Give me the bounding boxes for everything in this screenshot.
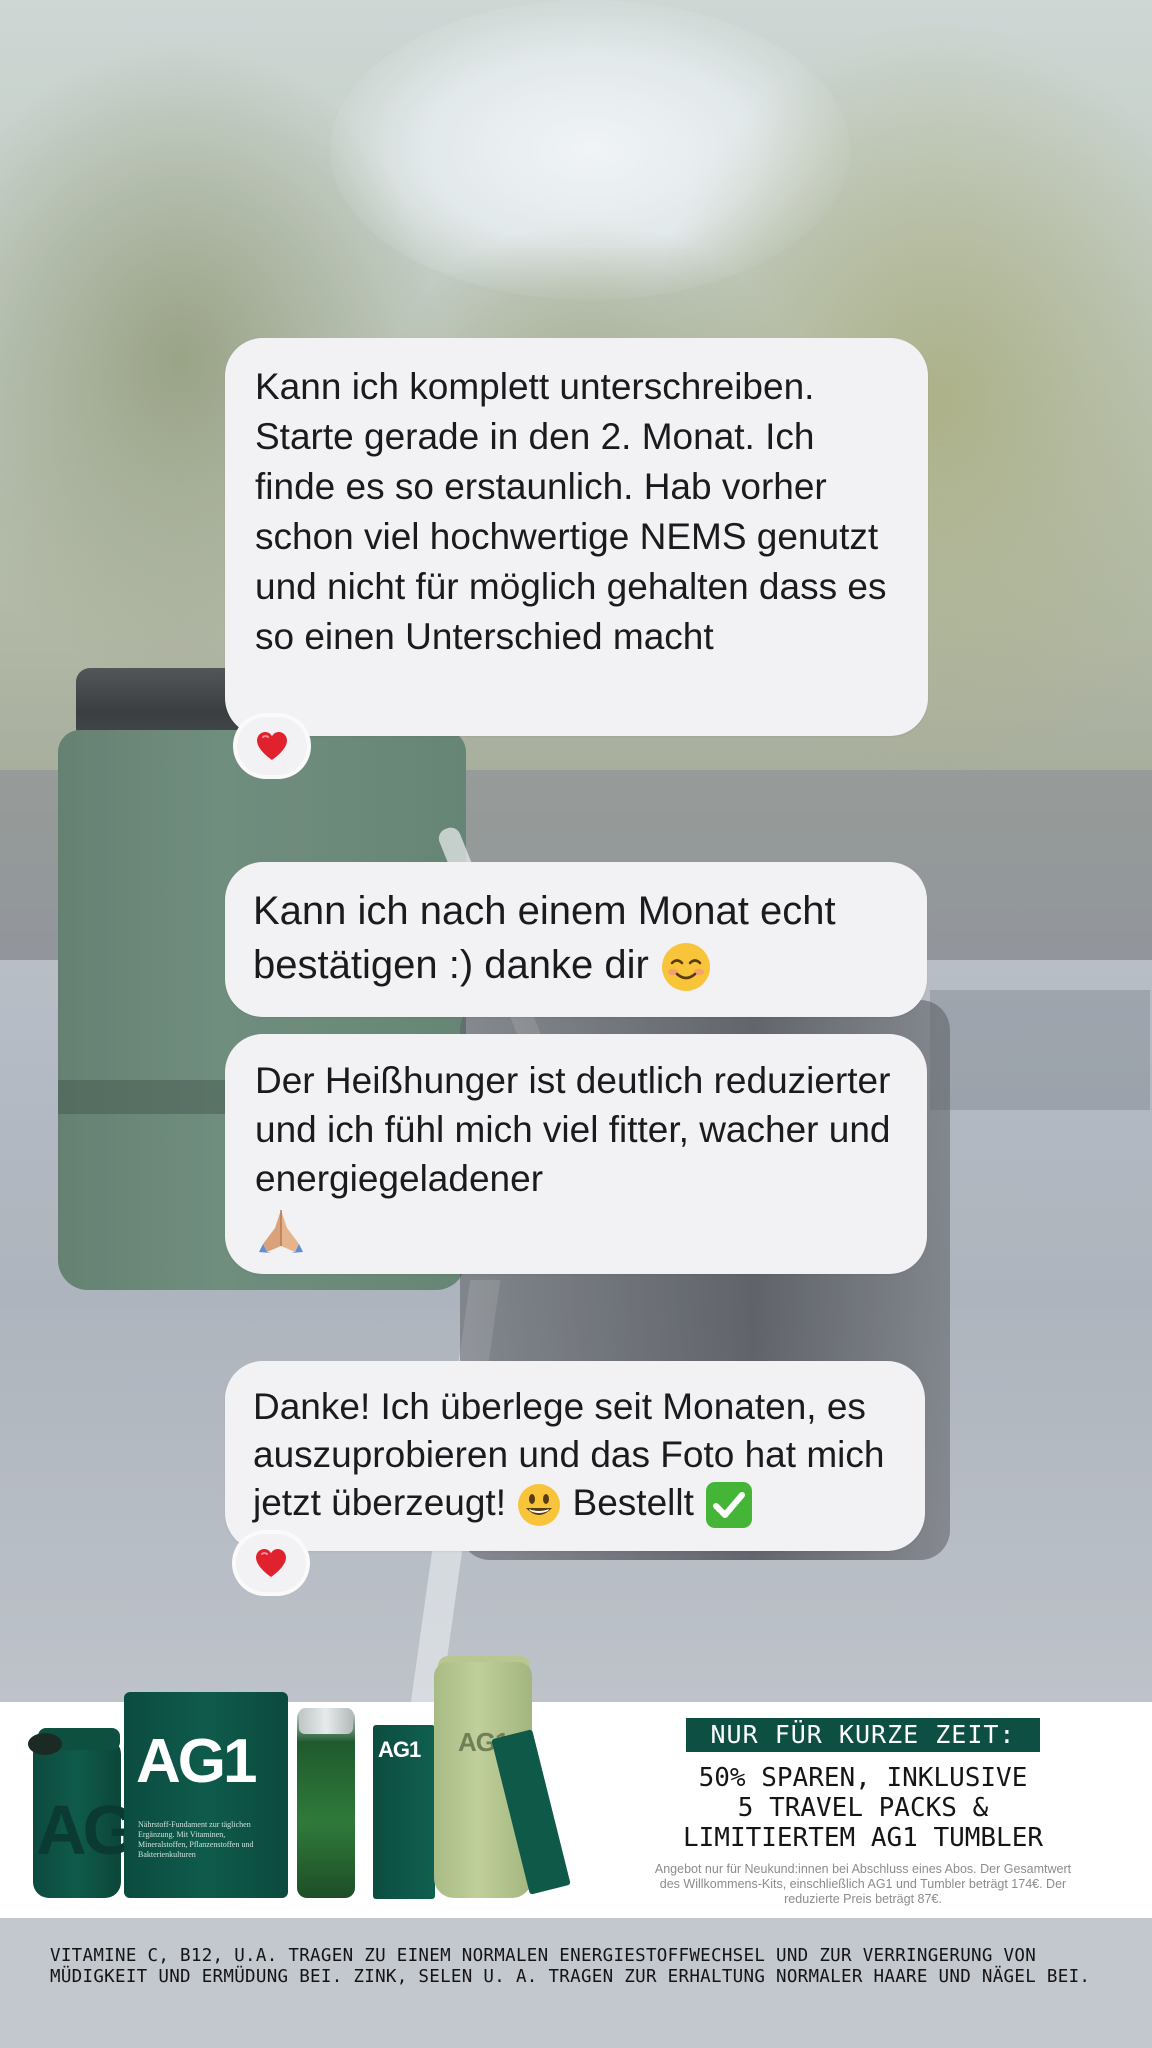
grinning-face-icon: [518, 1484, 561, 1527]
message-text-2: Kann ich nach einem Monat echt bestätige…: [253, 889, 836, 987]
message-text-4: Danke! Ich überlege seit Monaten, es aus…: [253, 1386, 885, 1523]
heart-reaction-1[interactable]: [233, 713, 311, 779]
folded-hands-icon: [259, 1210, 303, 1254]
scoop-spoon: [28, 1733, 62, 1755]
smiling-face-icon: [661, 943, 710, 992]
chat-bubble-3: Der Heißhunger ist deutlich reduzierter …: [225, 1034, 927, 1274]
health-claim-disclaimer: VITAMINE C, B12, U.A. TRAGEN ZU EINEM NO…: [50, 1946, 1091, 1987]
heart-icon: [256, 1549, 286, 1577]
offer-line-3: LIMITIERTEM AG1 TUMBLER: [682, 1823, 1044, 1853]
check-mark-button-icon: [706, 1482, 753, 1529]
heart-icon: [257, 732, 287, 760]
disclaimer-footer: VITAMINE C, B12, U.A. TRAGEN ZU EINEM NO…: [0, 1918, 1152, 2048]
shaker-bottle-cap: [299, 1708, 353, 1734]
chat-bubble-1: Kann ich komplett unterschreiben. Starte…: [225, 338, 928, 736]
offer-line-1: 50% SPAREN, INKLUSIVE: [698, 1763, 1028, 1793]
message-text-1: Kann ich komplett unterschreiben. Starte…: [255, 366, 887, 657]
offer-text: 50% SPAREN, INKLUSIVE 5 TRAVEL PACKS & L…: [646, 1763, 1080, 1853]
message-text-4-end: Bestellt: [572, 1482, 694, 1523]
message-text-3: Der Heißhunger ist deutlich reduzierter …: [255, 1060, 891, 1199]
pouch-description: Nährstoff-Fundament zur täglichen Ergänz…: [138, 1820, 254, 1859]
pouch-logo: AG1: [136, 1727, 257, 1796]
chat-bubble-4: Danke! Ich überlege seit Monaten, es aus…: [225, 1361, 925, 1551]
heart-reaction-2[interactable]: [232, 1530, 310, 1596]
offer-line-2: 5 TRAVEL PACKS &: [737, 1793, 989, 1823]
shaker-bottle-product: [297, 1708, 355, 1898]
offer-fine-print: Angebot nur für Neukund:innen bei Abschl…: [654, 1862, 1072, 1906]
box-logo: AG1: [378, 1737, 421, 1762]
chat-bubble-2: Kann ich nach einem Monat echt bestätige…: [225, 862, 927, 1017]
limited-time-tag: NUR FÜR KURZE ZEIT:: [686, 1718, 1040, 1752]
